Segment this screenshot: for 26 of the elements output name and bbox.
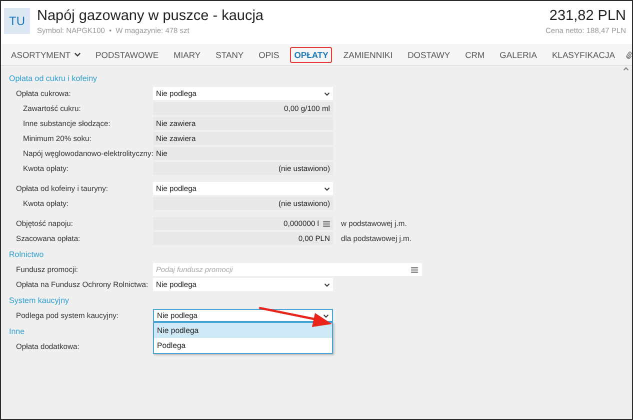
section-title: Inne	[9, 327, 25, 336]
avatar: TU	[4, 8, 30, 34]
chevron-down-icon	[324, 282, 330, 286]
tab[interactable]: ZAMIENNIKI	[339, 46, 397, 62]
tab[interactable]: CRM	[461, 46, 489, 62]
tab[interactable]: KLASYFIKACJA	[548, 46, 619, 62]
section-title: Opłata od cukru i kofeiny	[9, 74, 98, 83]
paperclip-icon[interactable]	[626, 48, 632, 60]
chevron-down-icon	[323, 314, 329, 318]
chevron-down-icon	[324, 92, 330, 96]
tab[interactable]: STANY	[212, 46, 248, 62]
chevron-down-icon	[324, 186, 330, 190]
tab[interactable]: GALERIA	[496, 46, 541, 62]
tab[interactable]: PODSTAWOWE	[92, 46, 163, 62]
tab[interactable]: DOSTAWY	[404, 46, 454, 62]
section-title: Rolnictwo	[9, 250, 44, 259]
tab[interactable]: ASORTYMENT	[7, 46, 85, 62]
tab[interactable]: OPIS	[254, 46, 284, 62]
section-title: System kaucyjny	[9, 296, 70, 305]
tab[interactable]: MIARY	[170, 46, 205, 62]
gross-price: 231,82 PLN	[548, 8, 626, 25]
product-title: Napój gazowany w puszce - kaucja	[37, 8, 264, 25]
list-icon[interactable]	[411, 266, 418, 272]
collapse-icon	[623, 67, 629, 71]
tab[interactable]: OPŁATY	[290, 46, 332, 62]
list-icon[interactable]	[323, 220, 330, 226]
